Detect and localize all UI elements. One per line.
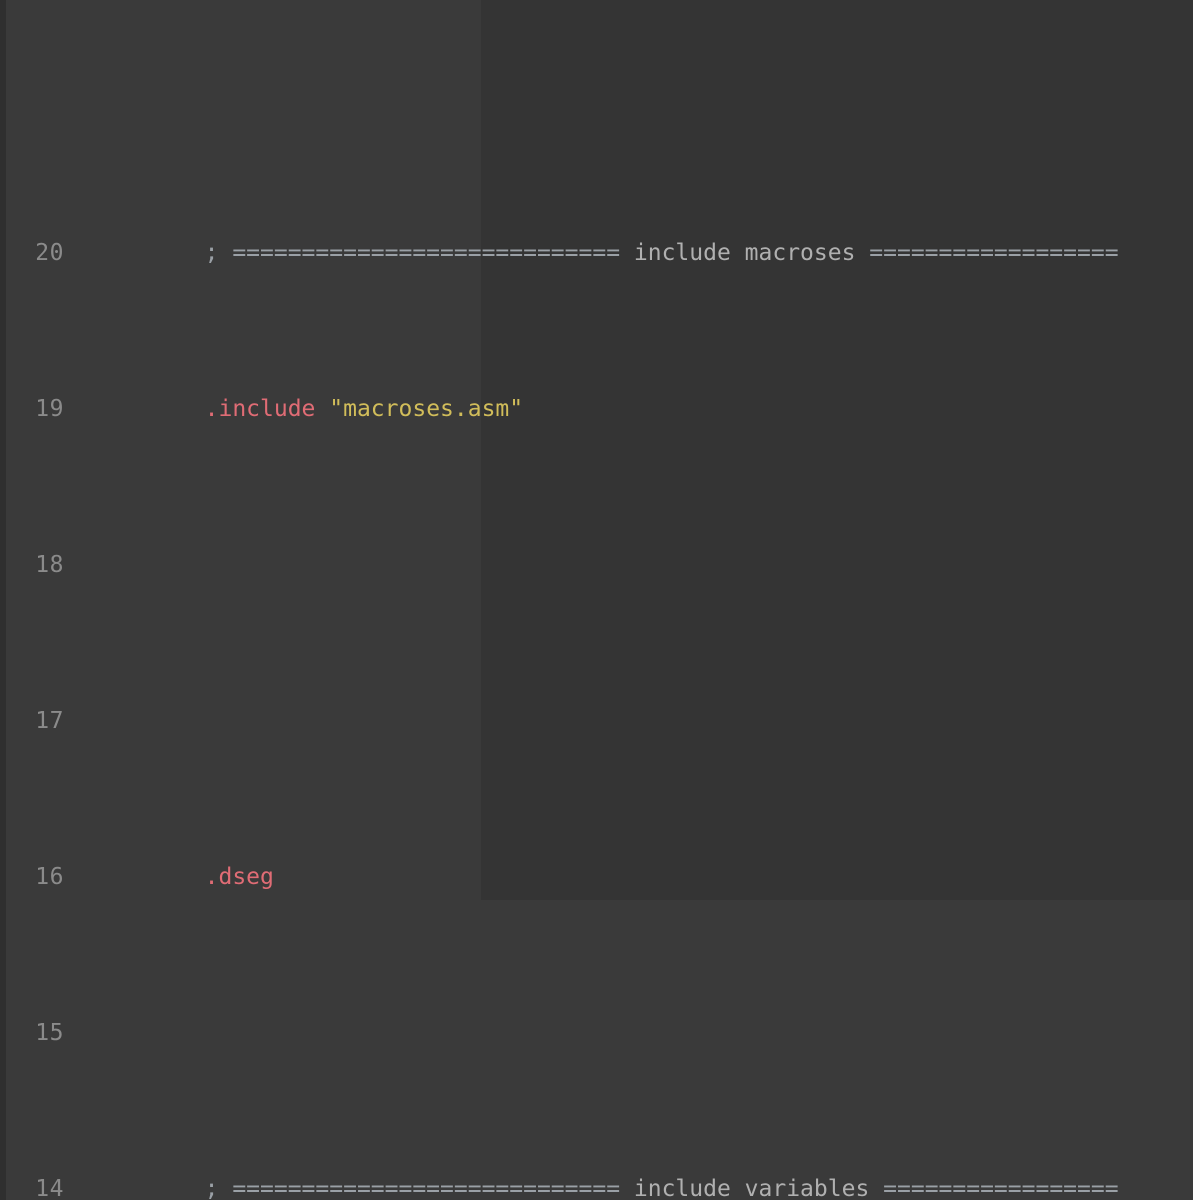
code-content: ; ============================ include v… [80, 1170, 1119, 1200]
code-line[interactable]: 20 ; ============================ includ… [0, 234, 1193, 273]
line-number: 18 [0, 546, 64, 585]
code-line[interactable]: 18 [0, 546, 1193, 585]
code-line[interactable]: 15 [0, 1014, 1193, 1053]
code-content: .dseg [80, 858, 274, 897]
line-number: 14 [0, 1170, 64, 1200]
code-content: .include "macroses.asm" [80, 390, 523, 429]
code-line[interactable]: 17 [0, 702, 1193, 741]
code-line[interactable]: 16 .dseg [0, 858, 1193, 897]
minimap-overlay [481, 0, 1193, 900]
line-number: 17 [0, 702, 64, 741]
code-editor[interactable]: 20 ; ============================ includ… [0, 0, 1193, 1200]
code-line[interactable]: 19 .include "macroses.asm" [0, 390, 1193, 429]
code-content: ; ============================ include m… [80, 234, 1119, 273]
line-number: 15 [0, 1014, 64, 1053]
code-line[interactable]: 14 ; ============================ includ… [0, 1170, 1193, 1200]
line-number: 16 [0, 858, 64, 897]
line-number: 20 [0, 234, 64, 273]
line-number: 19 [0, 390, 64, 429]
